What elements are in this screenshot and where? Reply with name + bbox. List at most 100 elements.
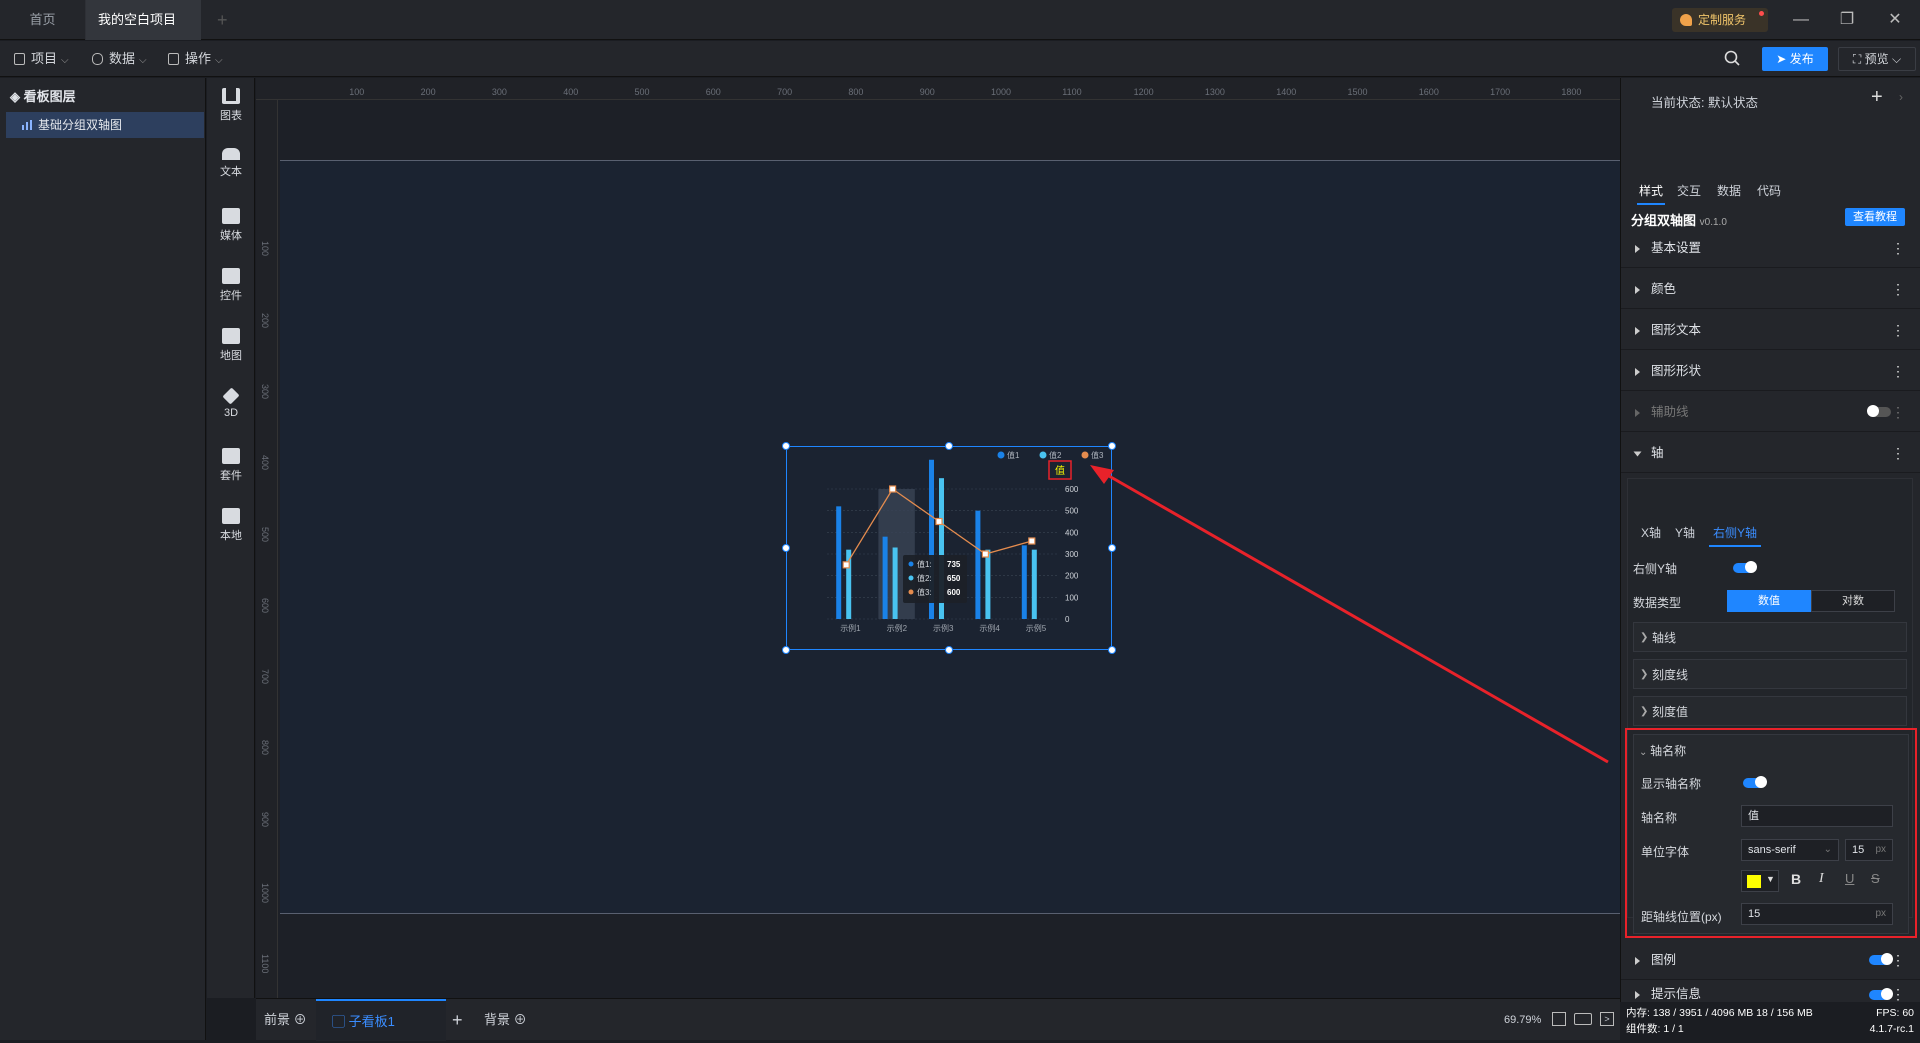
section-axis[interactable]: 轴 ⋮ — [1621, 433, 1920, 473]
section-tooltip[interactable]: 提示信息 ⋮ — [1621, 981, 1920, 1002]
tool-3d[interactable]: 3D — [207, 387, 255, 419]
tool-local[interactable]: 本地 — [207, 508, 255, 543]
more-icon[interactable]: ⋮ — [1891, 310, 1905, 350]
more-icon[interactable]: ⋮ — [1891, 392, 1905, 432]
more-icon[interactable]: ⋮ — [1891, 269, 1905, 309]
axis-tab-x[interactable]: X轴 — [1641, 524, 1661, 541]
bar — [975, 510, 981, 619]
caret-down-icon — [1633, 451, 1642, 457]
subsection-tick-line[interactable]: ❯ 刻度线 — [1633, 659, 1907, 689]
close-button[interactable]: ✕ — [1870, 0, 1920, 40]
publish-button[interactable]: ➤ 发布 — [1762, 47, 1828, 71]
add-tab-button[interactable]: + — [205, 0, 240, 40]
tooltip-toggle[interactable] — [1869, 988, 1893, 1000]
tool-chart[interactable]: 图表 — [207, 88, 255, 123]
axis-tab-right-y[interactable]: 右侧Y轴 — [1709, 524, 1762, 547]
tab-interaction[interactable]: 交互 — [1677, 182, 1701, 199]
sub-board-tab[interactable]: ▢ 子看板1 — [316, 999, 446, 1041]
chevron-right-icon[interactable]: › — [1899, 90, 1903, 104]
color-picker[interactable]: ▼ — [1741, 870, 1779, 892]
resize-handle[interactable] — [945, 442, 953, 450]
tool-media[interactable]: 媒体 — [207, 208, 255, 243]
resize-handle[interactable] — [782, 442, 790, 450]
right-axis-tick-label: 300 — [1065, 550, 1079, 559]
more-icon[interactable]: ⋮ — [1891, 433, 1905, 473]
menu-project[interactable]: 项目 ⌵ — [14, 41, 69, 77]
layer-item[interactable]: 基础分组双轴图 — [6, 112, 204, 138]
font-size-input[interactable]: 15 px — [1845, 839, 1893, 861]
subsection-axis-line[interactable]: ❯ 轴线 — [1633, 622, 1907, 652]
underline-button[interactable]: U — [1845, 871, 1854, 886]
chart-component[interactable]: 600 500 400 300 200 100 0 值 值1 值2 值3 示例1 示例2 示例3 示例4 示例… — [782, 442, 1116, 654]
tool-suite[interactable]: 套件 — [207, 448, 255, 483]
section-legend[interactable]: 图例 ⋮ — [1621, 940, 1920, 980]
tool-widget-label: 控件 — [220, 290, 242, 302]
add-state-button[interactable]: + — [1871, 86, 1883, 109]
subsection-tick-value[interactable]: ❯ 刻度值 — [1633, 696, 1907, 726]
terminal-icon[interactable]: > — [1600, 1012, 1614, 1026]
ruler-tick-label: 400 — [260, 455, 270, 471]
font-family-select[interactable]: sans-serif ⌄ — [1741, 839, 1839, 861]
layer-item-label: 基础分组双轴图 — [38, 118, 123, 132]
x-tick-label: 示例1 — [840, 623, 861, 633]
ruler-tick-label: 800 — [848, 87, 864, 97]
tab-data[interactable]: 数据 — [1717, 182, 1741, 199]
line-point — [935, 517, 943, 526]
background-tab[interactable]: 背景 ⊕ — [484, 999, 527, 1041]
section-basic-settings[interactable]: 基本设置 ⋮ — [1621, 228, 1920, 268]
section-guide-line[interactable]: 辅助线 ⋮ — [1621, 392, 1920, 432]
grouped-dual-axis-chart: 600 500 400 300 200 100 0 值 值1 值2 值3 示例1 示例2 示例3 示例4 示例… — [827, 450, 1104, 633]
resize-handle[interactable] — [782, 544, 790, 552]
more-icon[interactable]: ⋮ — [1891, 228, 1905, 268]
menu-data[interactable]: 数据 ⌵ — [92, 41, 147, 77]
more-icon[interactable]: ⋮ — [1891, 940, 1905, 980]
subsection-axis-name-header[interactable]: ⌄ 轴名称 — [1639, 742, 1686, 759]
data-type-log-option[interactable]: 对数 — [1811, 590, 1895, 612]
sub-board-label: 子看板1 — [348, 1014, 395, 1029]
more-icon[interactable]: ⋮ — [1891, 351, 1905, 391]
preview-button[interactable]: ⛶ 预览 ⌵ — [1838, 47, 1916, 71]
component-name: 分组双轴图 — [1631, 213, 1697, 228]
tool-text[interactable]: 文本 — [207, 148, 255, 179]
axis-tab-y[interactable]: Y轴 — [1675, 524, 1695, 541]
add-board-button[interactable]: + — [452, 999, 463, 1041]
show-axis-name-toggle[interactable] — [1743, 776, 1767, 788]
media-icon — [222, 208, 240, 224]
guide-line-toggle[interactable] — [1867, 405, 1891, 417]
custom-service-button[interactable]: 定制服务 — [1672, 8, 1768, 32]
tab-style[interactable]: 样式 — [1637, 182, 1666, 205]
search-icon[interactable] — [1724, 50, 1740, 66]
zoom-level[interactable]: 69.79% — [1504, 999, 1541, 1041]
caret-right-icon — [1635, 327, 1640, 335]
tab-project[interactable]: 我的空白项目 — [86, 0, 201, 65]
legend-toggle[interactable] — [1869, 953, 1893, 965]
front-layer-tab[interactable]: 前景 ⊕ — [264, 999, 307, 1041]
resize-handle[interactable] — [782, 646, 790, 654]
section-shape-text[interactable]: 图形文本 ⋮ — [1621, 310, 1920, 350]
minimize-button[interactable]: — — [1776, 0, 1826, 40]
ruler-tick-label: 1100 — [260, 954, 270, 974]
italic-button[interactable]: I — [1819, 871, 1824, 887]
distance-input[interactable]: 15 px — [1741, 903, 1893, 925]
tool-widget[interactable]: 控件 — [207, 268, 255, 303]
data-type-value-option[interactable]: 数值 — [1727, 590, 1811, 612]
tutorial-button[interactable]: 查看教程 — [1845, 208, 1905, 226]
section-color[interactable]: 颜色 ⋮ — [1621, 269, 1920, 309]
resize-handle[interactable] — [945, 646, 953, 654]
ruler-tick-label: 1500 — [1347, 87, 1368, 97]
section-shape-style[interactable]: 图形形状 ⋮ — [1621, 351, 1920, 391]
axis-name-input[interactable]: 值 — [1741, 805, 1893, 827]
tab-code[interactable]: 代码 — [1757, 182, 1781, 199]
fit-screen-icon[interactable] — [1552, 1012, 1566, 1026]
right-y-axis-toggle[interactable] — [1733, 561, 1757, 573]
more-icon[interactable]: ⋮ — [1891, 981, 1905, 1002]
resize-handle[interactable] — [1108, 442, 1116, 450]
menu-operate[interactable]: 操作 ⌵ — [168, 41, 223, 77]
restore-button[interactable]: ❐ — [1822, 0, 1872, 40]
bold-button[interactable]: B — [1791, 871, 1801, 887]
distance-value: 15 — [1748, 908, 1761, 920]
tool-map[interactable]: 地图 — [207, 328, 255, 363]
tab-home[interactable]: 首页 — [0, 0, 86, 40]
keyboard-icon[interactable] — [1574, 1013, 1592, 1025]
strikethrough-button[interactable]: S — [1871, 871, 1880, 886]
